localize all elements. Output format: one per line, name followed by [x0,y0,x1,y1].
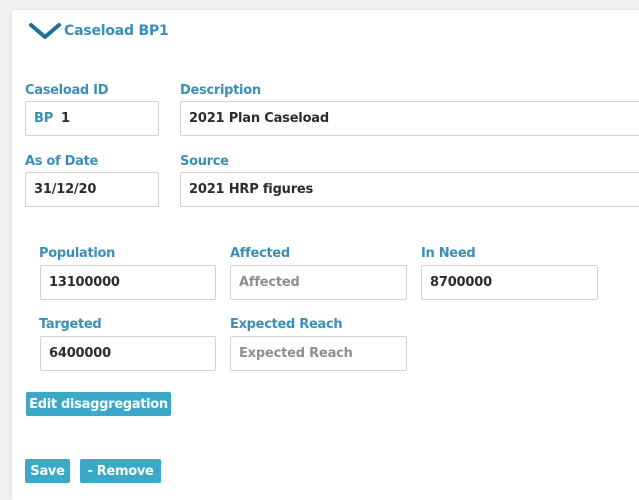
population-label: Population [39,246,116,261]
in-need-value: 8700000 [430,275,492,290]
expected-reach-field[interactable]: Expected Reach [230,336,407,371]
caseload-id-value: 1 [61,111,70,126]
affected-label: Affected [230,246,290,261]
description-field[interactable]: 2021 Plan Caseload [180,101,639,136]
in-need-label: In Need [421,246,476,261]
caseload-panel: Caseload BP1 Caseload ID BP 1 Descriptio… [12,10,639,500]
population-field[interactable]: 13100000 [40,265,216,300]
as-of-date-value: 31/12/20 [34,182,97,197]
caseload-id-field[interactable]: BP 1 [25,101,159,136]
caseload-header[interactable]: Caseload BP1 [28,22,169,40]
edit-disaggregation-button[interactable]: Edit disaggregation [26,392,171,416]
source-field[interactable]: 2021 HRP figures [180,172,639,207]
caseload-id-prefix: BP [34,111,54,126]
expected-reach-label: Expected Reach [230,317,343,332]
expected-reach-placeholder: Expected Reach [239,346,353,361]
as-of-date-label: As of Date [25,154,99,169]
targeted-field[interactable]: 6400000 [40,336,216,371]
in-need-field[interactable]: 8700000 [421,265,598,300]
save-button[interactable]: Save [25,459,70,483]
affected-field[interactable]: Affected [230,265,407,300]
targeted-value: 6400000 [49,346,111,361]
source-value: 2021 HRP figures [189,182,314,197]
as-of-date-field[interactable]: 31/12/20 [25,172,159,207]
remove-button[interactable]: - Remove [80,459,161,483]
chevron-down-icon[interactable] [28,22,62,40]
source-label: Source [180,154,229,169]
targeted-label: Targeted [39,317,102,332]
affected-placeholder: Affected [239,275,300,290]
caseload-title: Caseload BP1 [64,23,169,39]
description-label: Description [180,83,261,98]
population-value: 13100000 [49,275,120,290]
caseload-id-label: Caseload ID [25,83,109,98]
description-value: 2021 Plan Caseload [189,111,329,126]
